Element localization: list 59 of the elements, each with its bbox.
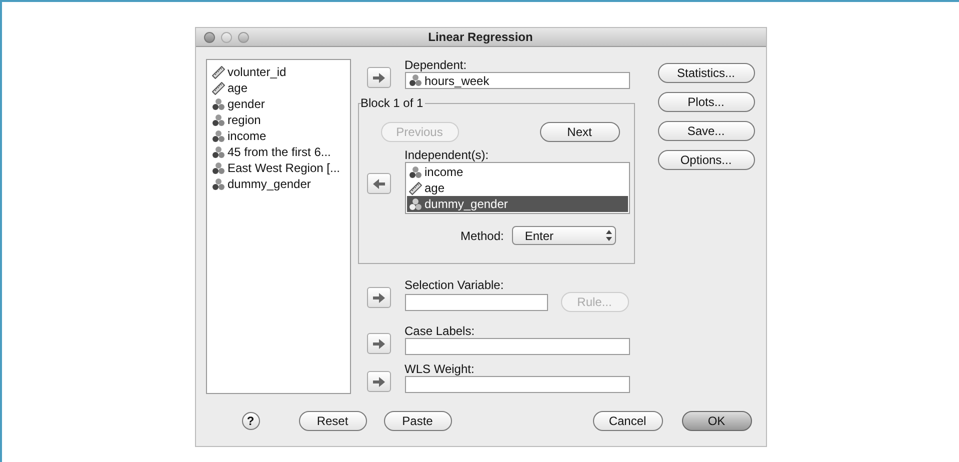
wls-weight-label: WLS Weight:: [404, 362, 476, 376]
balls-icon: [408, 74, 422, 87]
right-arrow-icon: [372, 376, 384, 386]
footer-button[interactable]: OK: [682, 411, 752, 431]
dialog-button[interactable]: Statistics...: [658, 63, 754, 83]
move-button[interactable]: [366, 287, 390, 308]
variable-item[interactable]: East West Region [...: [212, 160, 350, 176]
dependent-label: Dependent:: [404, 58, 468, 72]
right-arrow-icon: [372, 72, 384, 82]
method-select[interactable]: Enter: [512, 226, 616, 245]
dialog-button[interactable]: Options...: [658, 150, 754, 170]
balls-icon: [408, 198, 422, 210]
close-icon[interactable]: [204, 32, 214, 43]
dialog-button[interactable]: Save...: [658, 121, 754, 141]
method-value: Enter: [524, 228, 555, 244]
ruler-icon: [212, 82, 224, 94]
help-button[interactable]: ?: [242, 412, 260, 430]
zoom-icon[interactable]: [238, 32, 248, 43]
dependent-field[interactable]: hours_week: [404, 72, 630, 89]
balls-icon: [212, 130, 224, 142]
selection-variable-label: Selection Variable:: [404, 278, 505, 292]
independents-label: Independent(s):: [404, 148, 490, 162]
case-labels-field[interactable]: [404, 338, 630, 355]
right-arrow-icon: [372, 338, 384, 348]
ruler-icon: [408, 182, 422, 194]
next-button[interactable]: Next: [540, 122, 620, 142]
case-labels-label: Case Labels:: [404, 324, 476, 338]
selection-variable-field[interactable]: [404, 294, 548, 310]
window-title: Linear Regression: [428, 29, 533, 46]
footer-button[interactable]: Paste: [384, 411, 452, 431]
wls-weight-field[interactable]: [404, 376, 630, 393]
stepper-icon: [604, 230, 613, 241]
balls-icon: [212, 114, 224, 126]
balls-icon: [408, 166, 422, 178]
right-arrow-icon: [372, 292, 384, 302]
variable-item[interactable]: income: [212, 128, 350, 144]
variable-item[interactable]: 45 from the first 6...: [212, 144, 350, 160]
variable-item[interactable]: region: [212, 112, 350, 128]
balls-icon: [212, 178, 224, 190]
move-button[interactable]: [366, 333, 390, 354]
independent-item[interactable]: dummy_gender: [406, 196, 628, 212]
left-arrow-icon: [372, 178, 384, 188]
balls-icon: [212, 162, 224, 174]
variable-item[interactable]: age: [212, 80, 350, 96]
variable-item[interactable]: volunter_id: [212, 64, 350, 80]
variable-item[interactable]: dummy_gender: [212, 176, 350, 192]
balls-icon: [212, 98, 224, 110]
balls-icon: [212, 146, 224, 158]
independent-item[interactable]: age: [406, 180, 628, 196]
move-button[interactable]: [366, 173, 390, 194]
dialog-button[interactable]: Plots...: [658, 92, 754, 112]
move-button[interactable]: [366, 67, 390, 88]
independent-item[interactable]: income: [406, 164, 628, 180]
method-label: Method:: [460, 228, 504, 244]
move-button[interactable]: [366, 371, 390, 392]
footer-button[interactable]: Cancel: [592, 411, 662, 431]
footer-button[interactable]: Reset: [298, 411, 366, 431]
variable-item[interactable]: gender: [212, 96, 350, 112]
minimize-icon[interactable]: [220, 32, 232, 43]
